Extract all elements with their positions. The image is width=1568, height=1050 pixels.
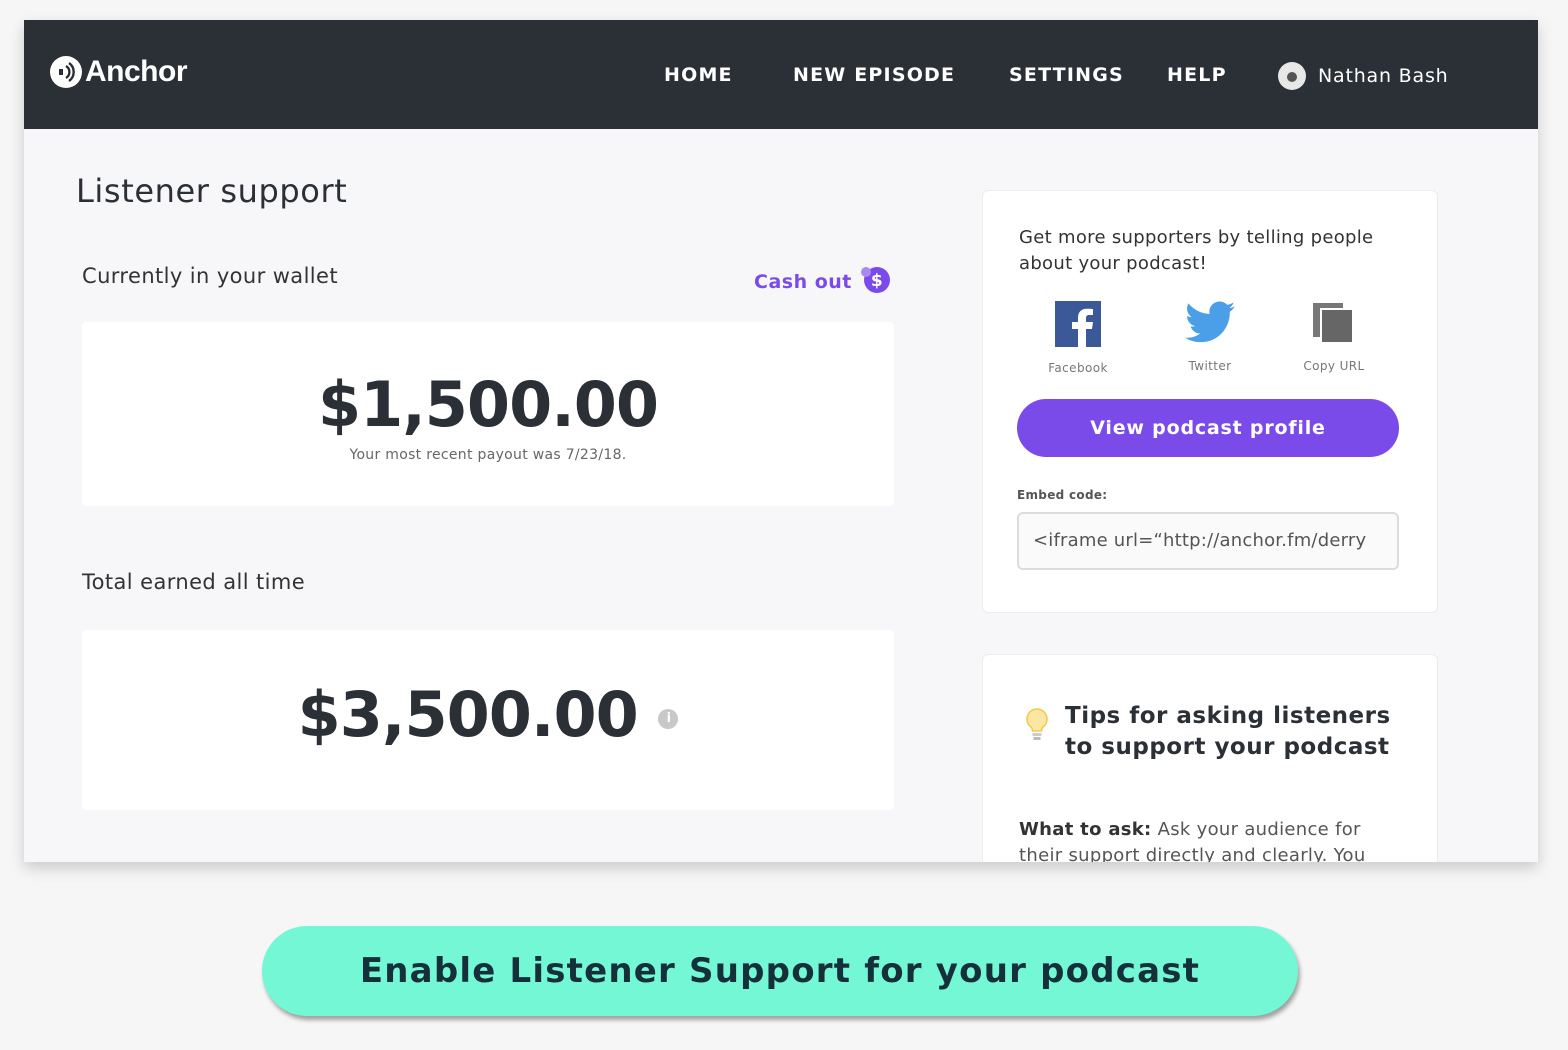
- share-copy-url[interactable]: Copy URL: [1279, 301, 1389, 373]
- nav-new-episode[interactable]: NEW EPISODE: [793, 64, 955, 86]
- share-facebook[interactable]: Facebook: [1023, 301, 1133, 375]
- total-amount-row: $3,500.00 i: [82, 678, 894, 751]
- payout-note: Your most recent payout was 7/23/18.: [349, 447, 627, 463]
- promo-card: Get more supporters by telling people ab…: [982, 190, 1438, 613]
- enable-listener-support-button[interactable]: Enable Listener Support for your podcast: [262, 926, 1298, 1016]
- copy-icon: [1313, 303, 1354, 344]
- total-label: Total earned all time: [82, 570, 306, 594]
- nav-home[interactable]: HOME: [664, 64, 733, 86]
- wallet-card: $1,500.00 Your most recent payout was 7/…: [82, 322, 894, 506]
- anchor-logo-icon: [50, 56, 82, 88]
- copy-url-label: Copy URL: [1303, 359, 1365, 373]
- user-menu[interactable]: Nathan Bash: [1278, 62, 1449, 90]
- cash-out-icon: $: [858, 264, 892, 299]
- embed-code-value: <iframe url=“http://anchor.fm/derry: [1033, 530, 1367, 551]
- tips-body-heading: What to ask:: [1019, 819, 1152, 840]
- svg-text:$: $: [871, 271, 883, 291]
- total-card: $3,500.00 i: [82, 630, 894, 810]
- total-amount: $3,500.00: [297, 678, 639, 751]
- tips-card: Tips for asking listeners to support you…: [982, 654, 1438, 862]
- app-window: Anchor HOME NEW EPISODE SETTINGS HELP Na…: [24, 20, 1538, 862]
- nav-settings[interactable]: SETTINGS: [1009, 64, 1124, 86]
- avatar: [1278, 62, 1306, 90]
- tips-title: Tips for asking listeners to support you…: [1065, 703, 1391, 760]
- share-twitter[interactable]: Twitter: [1155, 301, 1265, 373]
- embed-code-label: Embed code:: [1017, 488, 1108, 502]
- cta-label: Enable Listener Support for your podcast: [359, 951, 1201, 991]
- twitter-label: Twitter: [1188, 359, 1232, 373]
- twitter-icon: [1185, 301, 1235, 343]
- nav-help[interactable]: HELP: [1167, 64, 1227, 86]
- top-navbar: Anchor HOME NEW EPISODE SETTINGS HELP Na…: [24, 20, 1538, 129]
- wallet-label: Currently in your wallet: [82, 264, 338, 288]
- user-name: Nathan Bash: [1318, 65, 1449, 87]
- page-title: Listener support: [76, 172, 348, 210]
- wallet-amount: $1,500.00: [317, 368, 659, 441]
- view-podcast-profile-button[interactable]: View podcast profile: [1017, 399, 1399, 457]
- facebook-label: Facebook: [1048, 361, 1108, 375]
- lightbulb-icon: [1025, 707, 1049, 747]
- info-icon[interactable]: i: [658, 708, 679, 729]
- anchor-logo[interactable]: Anchor: [50, 52, 188, 92]
- tips-body: What to ask: Ask your audience for their…: [1019, 817, 1399, 862]
- embed-code-field[interactable]: <iframe url=“http://anchor.fm/derry: [1017, 512, 1399, 570]
- cash-out-link[interactable]: Cash out $: [754, 264, 892, 299]
- promo-text: Get more supporters by telling people ab…: [1019, 227, 1374, 274]
- facebook-icon: [1055, 301, 1101, 347]
- cash-out-label: Cash out: [754, 270, 852, 293]
- logo-text: Anchor: [85, 55, 188, 88]
